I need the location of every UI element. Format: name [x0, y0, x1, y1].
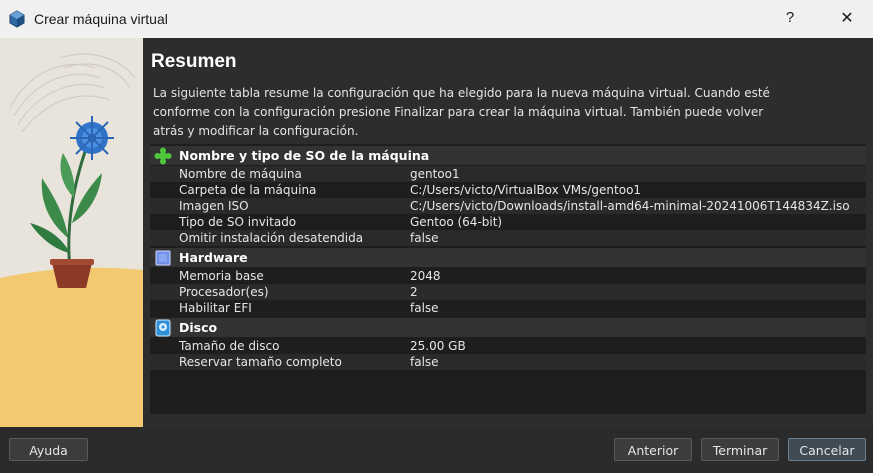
row-value: gentoo1 [410, 167, 460, 181]
section-title: Hardware [179, 250, 248, 265]
row-key: Habilitar EFI [179, 301, 252, 315]
row-key: Memoria base [179, 269, 264, 283]
button-bar: Ayuda Anterior Terminar Cancelar [0, 427, 873, 473]
section-hardware: Hardware [150, 248, 866, 267]
section-title: Nombre y tipo de SO de la máquina [179, 148, 430, 163]
help-button[interactable]: Ayuda [9, 438, 88, 461]
title-bar: Crear máquina virtual ? ✕ [0, 0, 873, 38]
table-row: Omitir instalación desatendida false [150, 230, 866, 246]
section-general: Nombre y tipo de SO de la máquina [150, 146, 866, 165]
table-row: Nombre de máquina gentoo1 [150, 166, 866, 182]
table-row: Reservar tamaño completo false [150, 354, 866, 370]
table-row: Procesador(es) 2 [150, 284, 866, 300]
wizard-illustration [0, 38, 143, 427]
row-key: Imagen ISO [179, 199, 249, 213]
close-button[interactable]: ✕ [834, 8, 860, 30]
chip-icon [154, 249, 172, 267]
section-title: Disco [179, 320, 218, 335]
row-key: Omitir instalación desatendida [179, 231, 364, 245]
virtualbox-icon [8, 10, 26, 28]
row-value: 25.00 GB [410, 339, 466, 353]
row-value: 2048 [410, 269, 441, 283]
back-button[interactable]: Anterior [614, 438, 692, 461]
page-title: Resumen [151, 51, 237, 72]
table-row: Tamaño de disco 25.00 GB [150, 338, 866, 354]
summary-table[interactable]: Nombre y tipo de SO de la máquina Nombre… [150, 144, 866, 414]
finish-button[interactable]: Terminar [701, 438, 779, 461]
row-value: C:/Users/victo/VirtualBox VMs/gentoo1 [410, 183, 642, 197]
row-key: Reservar tamaño completo [179, 355, 342, 369]
row-value: 2 [410, 285, 418, 299]
table-row: Imagen ISO C:/Users/victo/Downloads/inst… [150, 198, 866, 214]
window-title: Crear máquina virtual [34, 11, 168, 27]
puzzle-icon [154, 147, 172, 165]
row-value: false [410, 355, 439, 369]
row-value: Gentoo (64-bit) [410, 215, 503, 229]
row-key: Procesador(es) [179, 285, 269, 299]
section-disk: Disco [150, 318, 866, 337]
row-value: false [410, 231, 439, 245]
table-row: Habilitar EFI false [150, 300, 866, 316]
row-key: Tamaño de disco [179, 339, 280, 353]
table-row: Memoria base 2048 [150, 268, 866, 284]
row-key: Nombre de máquina [179, 167, 302, 181]
table-row: Tipo de SO invitado Gentoo (64-bit) [150, 214, 866, 230]
row-value: false [410, 301, 439, 315]
page-description: La siguiente tabla resume la configuraci… [153, 86, 770, 138]
row-key: Tipo de SO invitado [179, 215, 297, 229]
help-title-button[interactable]: ? [778, 9, 802, 29]
row-key: Carpeta de la máquina [179, 183, 317, 197]
cancel-button[interactable]: Cancelar [788, 438, 866, 461]
table-row: Carpeta de la máquina C:/Users/victo/Vir… [150, 182, 866, 198]
disk-icon [154, 319, 172, 337]
row-value: C:/Users/victo/Downloads/install-amd64-m… [410, 199, 850, 213]
summary-page: Resumen La siguiente tabla resume la con… [143, 38, 873, 427]
